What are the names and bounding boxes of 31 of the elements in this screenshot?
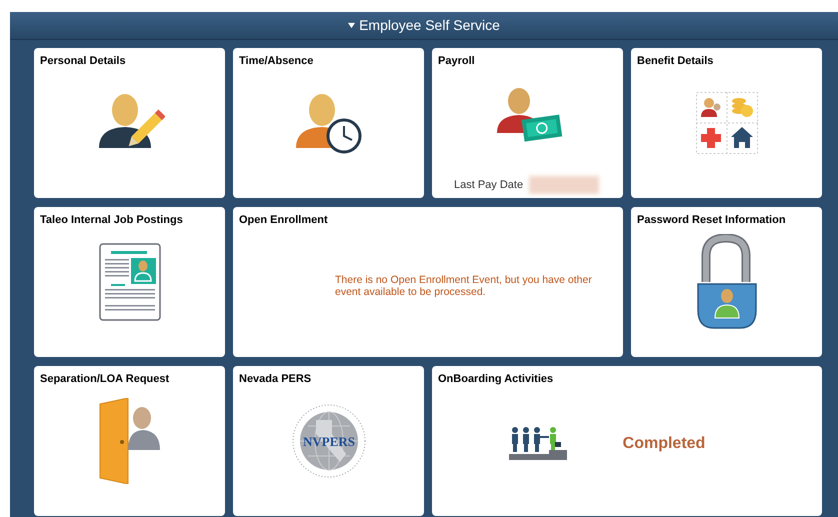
- tile-title: Nevada PERS: [239, 372, 312, 387]
- tile-title: Open Enrollment: [239, 213, 328, 228]
- tile-card[interactable]: Separation/LOA Request: [34, 366, 225, 516]
- tile-title: Benefit Details: [637, 54, 714, 69]
- door-person-icon: [98, 398, 162, 484]
- tile-title: Personal Details: [40, 54, 126, 69]
- last-pay-date-label: Last Pay Date: [454, 178, 524, 193]
- info-message: There is no Open Enrollment Event, but you have other event available to be processed.: [335, 274, 593, 298]
- tile-title: Separation/LOA Request: [40, 372, 170, 387]
- globe-seal-logo: NVPERS: [292, 404, 366, 478]
- tile-card[interactable]: Nevada PERS NVPERS: [233, 366, 424, 516]
- tile-card[interactable]: Benefit Details: [631, 48, 822, 198]
- tile-card[interactable]: OnBoarding Activities Completed: [432, 366, 822, 516]
- tile-card[interactable]: Time/Absence: [233, 48, 424, 198]
- tile-card[interactable]: Payroll Last Pay Date: [432, 48, 623, 198]
- tile-title: Time/Absence: [239, 54, 314, 69]
- tile-title: Payroll: [438, 54, 475, 69]
- tile-card[interactable]: Open Enrollment There is no Open Enrollment Event, but you have other event available to be processed.: [233, 207, 623, 357]
- team-steps-icon: [508, 426, 567, 462]
- section-header[interactable]: Employee Self Service: [10, 12, 838, 40]
- section-title: Employee Self Service: [359, 16, 500, 35]
- tile-card[interactable]: Password Reset Information: [631, 207, 822, 357]
- status-text: Completed: [622, 434, 706, 454]
- padlock-person-icon: [696, 234, 758, 330]
- tile-card[interactable]: Taleo Internal Job Postings: [34, 207, 225, 357]
- benefits-grid-icon: [696, 92, 758, 154]
- tile-title: OnBoarding Activities: [438, 372, 554, 387]
- tile-title: Taleo Internal Job Postings: [40, 213, 183, 228]
- resume-document-icon: [98, 243, 160, 321]
- tile-title: Password Reset Information: [637, 213, 786, 228]
- tile-card[interactable]: Personal Details: [34, 48, 225, 198]
